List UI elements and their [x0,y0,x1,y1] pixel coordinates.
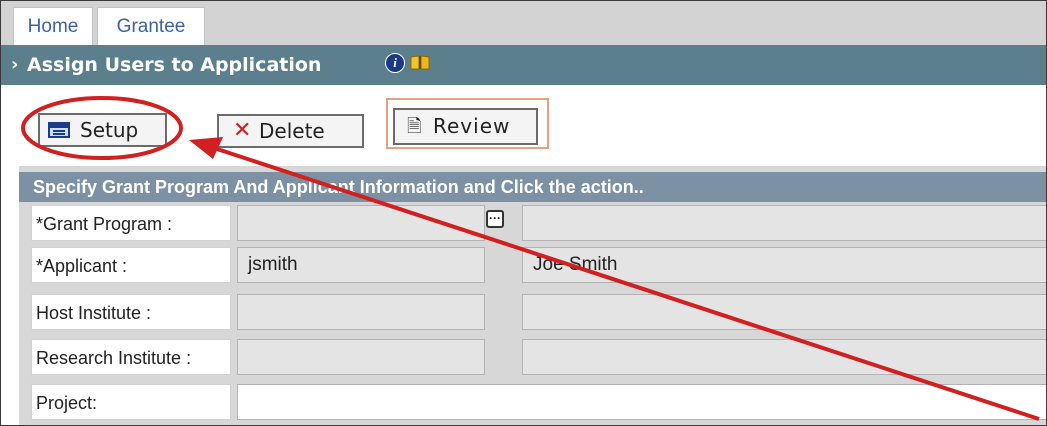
host-institute-name-field[interactable] [522,294,1046,330]
delete-icon: ✕ [233,118,252,143]
research-institute-name-field[interactable] [522,339,1046,375]
tab-home[interactable]: Home [13,7,93,45]
applicant-id-field[interactable]: jsmith [237,247,485,283]
tab-bar: Home Grantee [1,1,1046,45]
project-label: Project: [31,384,231,420]
chevron-right-icon: › [11,54,19,75]
setup-button-label: Setup [80,118,139,142]
host-institute-code-field[interactable] [237,294,485,330]
grant-program-label: *Grant Program : [31,205,231,241]
page-title: Assign Users to Application [27,54,322,76]
info-icon[interactable]: i [385,53,405,73]
form-header: Specify Grant Program And Applicant Info… [19,172,1046,202]
research-institute-code-field[interactable] [237,339,485,375]
applicant-name-field[interactable]: Joe Smith [522,247,1046,283]
review-button-label: Review [433,114,511,138]
project-field[interactable] [237,384,1046,420]
review-button[interactable]: 🗎 Review [393,108,538,145]
applicant-label: *Applicant : [31,247,231,283]
page-titlebar: › Assign Users to Application i [1,45,1046,85]
form-icon [48,122,70,138]
delete-button-label: Delete [259,119,325,143]
research-institute-label: Research Institute : [31,339,231,375]
grant-program-lookup-button[interactable]: ··· [486,210,504,228]
tab-grantee[interactable]: Grantee [97,7,205,45]
document-icon: 🗎 [407,116,422,137]
grant-program-name-field[interactable] [522,205,1046,241]
setup-button[interactable]: Setup [38,113,167,147]
host-institute-label: Host Institute : [31,294,231,330]
form-panel: Specify Grant Program And Applicant Info… [19,166,1046,425]
book-icon[interactable] [410,55,430,70]
app-window: Home Grantee › Assign Users to Applicati… [0,0,1047,426]
grant-program-code-field[interactable] [237,205,485,241]
delete-button[interactable]: ✕ Delete [217,114,364,148]
